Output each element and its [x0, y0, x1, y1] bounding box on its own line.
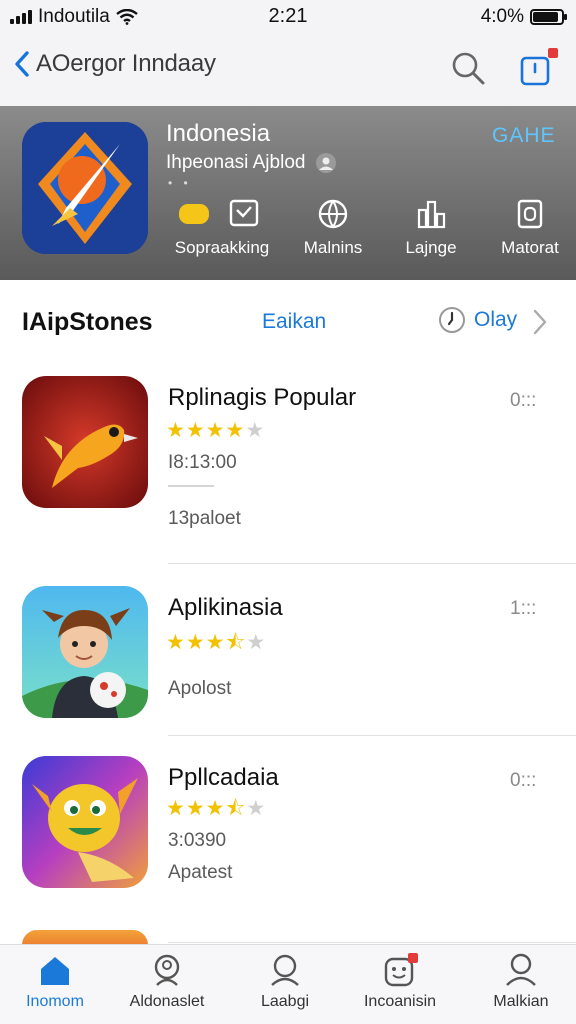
get-button[interactable]: GAHE: [492, 124, 556, 148]
app-name: Ppllcadaia: [168, 764, 279, 791]
rating-stars: ★ ★ ★ ⯪ ★: [166, 798, 265, 819]
battery-status: 4:0%: [480, 6, 567, 28]
home-icon: [41, 957, 69, 985]
person-icon: [271, 954, 299, 986]
category-row: Sopraakking Malnins Lajnge Matorat: [160, 198, 576, 268]
category-item[interactable]: Lajnge: [388, 198, 474, 258]
list-item[interactable]: Rplinagis Popular ★ ★ ★ ★ ★ I8:13:00 13paloe…: [0, 364, 576, 564]
back-title: AOergor Inndaay: [36, 50, 216, 77]
chevron-left-icon: [15, 51, 29, 77]
list-item[interactable]: Ppllcadaia ★ ★ ★ ⯪ ★ 3:0390 Apatest 0:::: [0, 736, 576, 944]
app-name: Aplikinasia: [168, 594, 283, 621]
featured-banner: Indonesia Ihpeonasi Ajblod • • GAHE Sopr…: [0, 106, 576, 280]
search-icon: [452, 52, 485, 85]
navigation-bar: AOergor Inndaay: [0, 34, 576, 106]
tablet-icon: [517, 199, 543, 229]
star-icon: ★: [205, 631, 225, 654]
star-icon: ★: [205, 419, 225, 442]
app-meta: 3:0390: [168, 830, 227, 851]
star-icon: ★: [225, 419, 245, 442]
pass-icon: [179, 199, 259, 227]
star-icon: ★: [185, 631, 205, 654]
category-item[interactable]: Sopraakking: [166, 198, 278, 258]
list-item-partial: [0, 930, 576, 944]
star-icon: ★: [185, 419, 205, 442]
divider-line: [168, 485, 214, 487]
star-icon: ★: [246, 797, 266, 820]
profile-icon: [506, 953, 536, 986]
tab-bar: Inomom Aldonaslet Laabgi Incoanisin Malk…: [0, 944, 576, 1024]
star-icon: ★: [166, 419, 185, 442]
user-icon: [316, 153, 337, 173]
chart-icon: [417, 200, 446, 229]
section-link[interactable]: Eaikan: [262, 310, 326, 334]
list-item[interactable]: Aplikinasia ★ ★ ★ ⯪ ★ Apolost 1:::: [0, 564, 576, 736]
rating-stars: ★ ★ ★ ★ ★: [166, 420, 264, 441]
star-icon: ★: [245, 419, 265, 442]
app-icon-partial: [22, 930, 148, 944]
app-subtitle: Apatest: [168, 862, 233, 883]
app-subtitle: 13paloet: [168, 508, 241, 529]
star-icon: ⯪: [225, 631, 246, 654]
featured-app-icon[interactable]: [22, 122, 148, 254]
chevron-right-icon[interactable]: [532, 308, 548, 336]
star-icon: ★: [246, 631, 266, 654]
globe-icon: [318, 199, 348, 229]
featured-title: Indonesia: [166, 120, 271, 147]
tab-profile[interactable]: Malkian: [466, 953, 576, 1011]
search-button[interactable]: [450, 50, 486, 91]
battery-icon: [530, 9, 567, 25]
section-header: IAipStones Eaikan Olay: [0, 280, 576, 364]
star-icon: ★: [166, 631, 185, 654]
play-button[interactable]: Olay: [438, 306, 517, 334]
app-name: Rplinagis Popular: [168, 384, 357, 411]
rating-stars: ★ ★ ★ ⯪ ★: [166, 632, 265, 653]
status-bar: Indoutila 2:21 4:0%: [0, 0, 576, 34]
share-button[interactable]: [516, 46, 558, 93]
app-size: 0:::: [510, 770, 537, 791]
battery-percent: 4:0%: [480, 6, 524, 27]
app-size: 0:::: [510, 390, 537, 411]
person-search-icon: [154, 954, 180, 986]
back-button[interactable]: AOergor Inndaay: [14, 50, 216, 78]
app-icon-bird[interactable]: [22, 376, 148, 508]
subtitle-dots: • •: [168, 176, 192, 190]
clock-icon: [439, 307, 465, 333]
star-icon: ★: [205, 797, 225, 820]
app-size: 1:::: [510, 598, 537, 619]
tab-home[interactable]: Inomom: [0, 953, 110, 1011]
app-meta: I8:13:00: [168, 452, 237, 473]
app-subtitle: Apolost: [168, 678, 232, 699]
category-item[interactable]: Malnins: [290, 198, 376, 258]
category-item[interactable]: Matorat: [484, 198, 576, 258]
face-icon: [384, 953, 418, 987]
tab-search[interactable]: Aldonaslet: [112, 953, 222, 1011]
tab-updates[interactable]: Incoanisin: [345, 953, 455, 1011]
star-icon: ★: [166, 797, 185, 820]
section-title: IAipStones: [22, 308, 153, 336]
star-icon: ⯪: [225, 797, 246, 820]
app-icon-fish[interactable]: [22, 756, 148, 888]
notification-badge: [548, 48, 558, 58]
featured-subtitle: Ihpeonasi Ajblod: [166, 152, 337, 174]
app-icon-character[interactable]: [22, 586, 148, 718]
tab-people[interactable]: Laabgi: [230, 953, 340, 1011]
star-icon: ★: [185, 797, 205, 820]
